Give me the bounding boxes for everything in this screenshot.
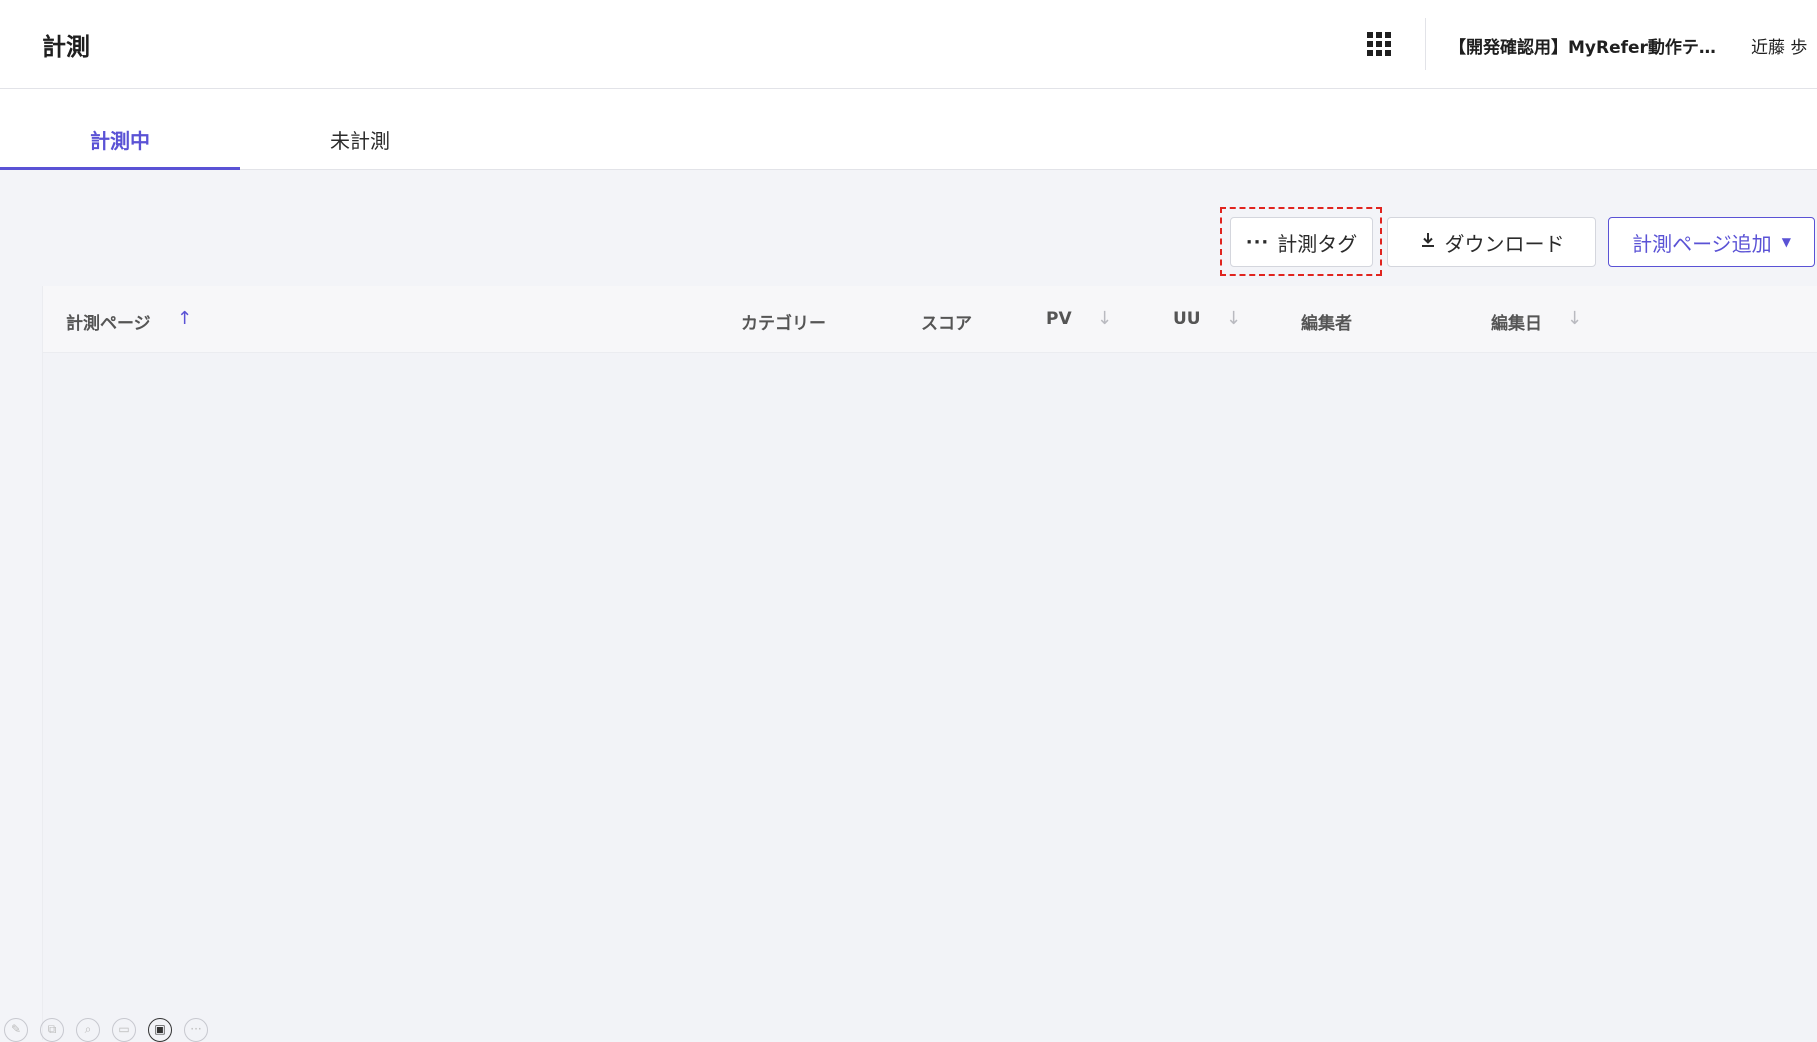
- tab-not-measured[interactable]: 未計測: [240, 89, 480, 170]
- column-header-pv[interactable]: PV: [1046, 309, 1072, 329]
- download-label: ダウンロード: [1444, 231, 1565, 256]
- column-header-score[interactable]: スコア: [921, 309, 972, 334]
- apps-grid-icon[interactable]: [1367, 32, 1391, 56]
- measurement-tag-label: 計測タグ: [1277, 231, 1358, 256]
- top-bar: 計測 【開発確認用】MyRefer動作テ… 近藤 歩: [0, 0, 1817, 89]
- header-divider: [1425, 18, 1426, 70]
- project-selector[interactable]: 【開発確認用】MyRefer動作テ…: [1449, 33, 1716, 58]
- sort-edit-date-icon[interactable]: ↓: [1567, 308, 1582, 329]
- add-measurement-page-label: 計測ページ追加: [1632, 231, 1772, 256]
- tab-measuring[interactable]: 計測中: [0, 89, 240, 170]
- caption-icon[interactable]: ▭: [112, 1018, 136, 1042]
- column-header-page[interactable]: 計測ページ: [66, 309, 151, 334]
- measurement-tag-button[interactable]: ··· 計測タグ: [1230, 217, 1373, 267]
- page-title: 計測: [42, 33, 90, 61]
- video-icon[interactable]: ▣: [148, 1018, 172, 1042]
- caret-down-icon: ▼: [1781, 235, 1791, 249]
- sort-pv-icon[interactable]: ↓: [1097, 308, 1112, 329]
- sort-uu-icon[interactable]: ↓: [1226, 308, 1241, 329]
- user-menu[interactable]: 近藤 歩: [1751, 33, 1807, 58]
- column-header-uu[interactable]: UU: [1173, 309, 1201, 329]
- measurement-table: 計測ページ ↑ カテゴリー スコア PV ↓ UU ↓ 編集者 編集日 ↓: [42, 286, 1817, 1040]
- download-icon: [1419, 231, 1437, 254]
- tab-bar: 計測中 未計測: [0, 89, 1817, 170]
- pen-icon[interactable]: ✎: [4, 1018, 28, 1042]
- copy-icon[interactable]: ⧉: [40, 1018, 64, 1042]
- column-header-edit-date[interactable]: 編集日: [1491, 309, 1542, 334]
- download-button[interactable]: ダウンロード: [1387, 217, 1596, 267]
- zoom-icon[interactable]: ⌕: [76, 1018, 100, 1042]
- column-header-category[interactable]: カテゴリー: [741, 309, 826, 334]
- add-measurement-page-button[interactable]: 計測ページ追加 ▼: [1608, 217, 1815, 267]
- more-icon[interactable]: ···: [184, 1018, 208, 1042]
- table-header: 計測ページ ↑ カテゴリー スコア PV ↓ UU ↓ 編集者 編集日 ↓: [43, 286, 1817, 353]
- column-header-editor[interactable]: 編集者: [1301, 309, 1352, 334]
- more-dots-icon: ···: [1245, 231, 1270, 253]
- floating-tools: ✎ ⧉ ⌕ ▭ ▣ ···: [4, 1018, 208, 1042]
- sort-ascending-icon[interactable]: ↑: [177, 308, 192, 329]
